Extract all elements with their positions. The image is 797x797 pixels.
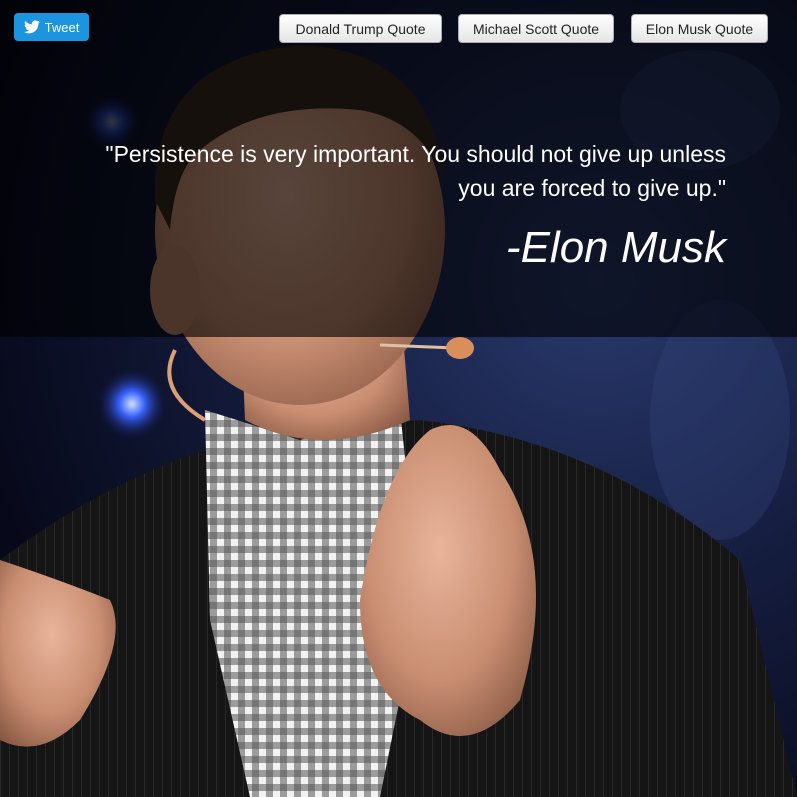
twitter-bird-icon <box>23 20 40 34</box>
elon-musk-quote-button[interactable]: Elon Musk Quote <box>631 14 768 43</box>
quote-author: -Elon Musk <box>505 223 726 272</box>
tweet-label: Tweet <box>44 19 80 35</box>
donald-trump-quote-button[interactable]: Donald Trump Quote <box>279 14 442 43</box>
tweet-button[interactable]: Tweet <box>14 13 89 41</box>
quote-text: "Persistence is very important. You shou… <box>105 141 726 201</box>
michael-scott-quote-button[interactable]: Michael Scott Quote <box>458 14 614 43</box>
quote-page: Tweet Donald Trump Quote Michael Scott Q… <box>0 0 797 797</box>
